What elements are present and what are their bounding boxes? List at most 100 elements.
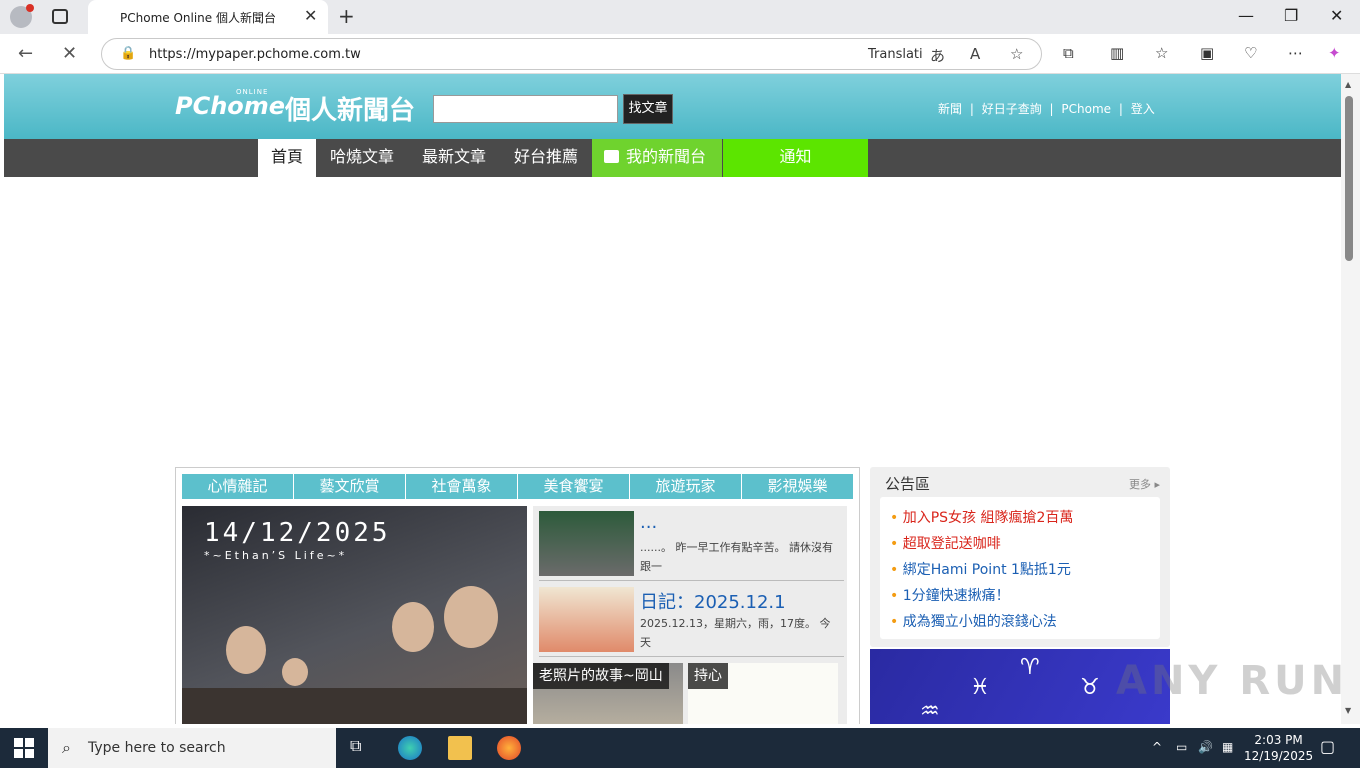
aries-icon: ♈: [1020, 655, 1040, 680]
minimize-icon[interactable]: —: [1238, 6, 1254, 25]
split-screen-icon[interactable]: ▥: [1110, 44, 1124, 62]
favorite-star-icon[interactable]: ☆: [1010, 45, 1023, 63]
logo-online: ONLINE: [236, 88, 269, 96]
search-icon: ⌕: [62, 738, 71, 757]
post-thumbnail[interactable]: [539, 587, 634, 652]
tab-actions-icon[interactable]: [52, 9, 68, 24]
start-icon[interactable]: [14, 738, 34, 758]
category-tab-travel[interactable]: 旅遊玩家: [630, 474, 742, 499]
network-icon[interactable]: ▦: [1222, 740, 1233, 754]
translate-icon[interactable]: あ: [930, 45, 945, 66]
new-tab-icon[interactable]: +: [338, 4, 355, 28]
notice-item[interactable]: 1分鐘快速揪痛！: [890, 585, 1010, 605]
aquarius-icon: ♒: [920, 699, 940, 724]
article-list: ... ......。 昨一早工作有點辛苦。 請休沒有跟一 日記：2025.12…: [533, 506, 847, 724]
category-bar: 心情雜記 藝文欣賞 社會萬象 美食饗宴 旅遊玩家 影視娛樂: [182, 474, 853, 499]
notice-item[interactable]: 成為獨立小姐的滾錢心法: [890, 611, 1057, 631]
article-search-input[interactable]: [433, 95, 618, 123]
collections-icon[interactable]: ▣: [1200, 44, 1214, 62]
link-good-day[interactable]: 好日子查詢: [982, 102, 1042, 116]
notice-item[interactable]: 超取登記送咖啡: [890, 533, 1001, 553]
list-item[interactable]: 日記：2025.12.1 2025.12.13，星期六，雨，17度。 今天: [539, 582, 844, 657]
url-text[interactable]: https://mypaper.pchome.com.tw: [149, 47, 361, 62]
link-news[interactable]: 新聞: [938, 102, 962, 116]
copilot-icon[interactable]: ✦: [1328, 44, 1341, 62]
tile-label: 持心: [688, 663, 728, 689]
notice-item[interactable]: 加入PS女孩 組隊瘋搶2百萬: [890, 507, 1074, 527]
address-toolbar: ← ✕ 🔒 https://mypaper.pchome.com.tw Tran…: [0, 34, 1360, 74]
nav-home[interactable]: 首頁: [258, 139, 316, 177]
post-excerpt: ......。 昨一早工作有點辛苦。 請休沒有跟一: [640, 541, 833, 573]
browser-tab-active[interactable]: PChome Online 個人新聞台 ✕: [88, 0, 328, 34]
notification-icon[interactable]: ▢: [1320, 737, 1335, 756]
title-bar: PChome Online 個人新聞台 ✕ + — ❐ ✕: [0, 0, 1360, 34]
list-item[interactable]: ... ......。 昨一早工作有點辛苦。 請休沒有跟一: [539, 506, 844, 581]
main-nav: 首頁 哈燒文章 最新文章 好台推薦 我的新聞台 通知: [4, 139, 1341, 177]
photo-tile[interactable]: 持心: [688, 663, 838, 724]
back-icon[interactable]: ←: [18, 43, 33, 64]
lock-icon[interactable]: 🔒: [120, 46, 136, 61]
post-thumbnail[interactable]: [539, 511, 634, 576]
volume-icon[interactable]: 🔊: [1198, 740, 1213, 754]
post-title[interactable]: ...: [640, 512, 657, 533]
taskbar-clock[interactable]: 2:03 PM 12/19/2025: [1244, 732, 1313, 764]
nav-recommended[interactable]: 好台推薦: [502, 139, 590, 177]
category-panel: 心情雜記 藝文欣賞 社會萬象 美食饗宴 旅遊玩家 影視娛樂 14/12/2025…: [175, 467, 860, 724]
profile-avatar-icon[interactable]: [10, 4, 34, 28]
nav-notifications[interactable]: 通知: [723, 139, 868, 177]
photo-tile[interactable]: 老照片的故事~岡山: [533, 663, 683, 724]
post-title[interactable]: 日記：2025.12.1: [640, 588, 786, 614]
taskbar-search[interactable]: ⌕ Type here to search: [48, 728, 336, 768]
task-view-icon[interactable]: ⧉: [350, 736, 374, 760]
restore-icon[interactable]: ❐: [1284, 6, 1298, 25]
edge-icon[interactable]: [398, 736, 422, 760]
file-explorer-icon[interactable]: [448, 736, 472, 760]
url-bar[interactable]: 🔒 https://mypaper.pchome.com.tw Translat…: [101, 38, 1042, 70]
stop-loading-icon[interactable]: ✕: [62, 43, 77, 64]
browser-essentials-icon[interactable]: ♡: [1244, 44, 1257, 62]
person-photo: [392, 602, 434, 652]
featured-photo[interactable]: 14/12/2025 *~Ethan’S Life~*: [182, 506, 527, 724]
notice-more-link[interactable]: 更多 ▸: [1129, 476, 1160, 492]
tab-close-icon[interactable]: ✕: [304, 6, 317, 25]
page-scrollbar[interactable]: ▲ ▼: [1341, 74, 1360, 724]
clock-date: 12/19/2025: [1244, 749, 1314, 763]
category-tab-mood[interactable]: 心情雜記: [182, 474, 294, 499]
scroll-up-icon[interactable]: ▲: [1345, 80, 1351, 89]
firefox-icon[interactable]: [497, 736, 521, 760]
person-photo: [444, 586, 498, 648]
tray-expand-icon[interactable]: ^: [1152, 740, 1162, 754]
table-area: [182, 688, 527, 724]
extensions-icon[interactable]: ⧉: [1063, 44, 1074, 62]
category-tab-arts[interactable]: 藝文欣賞: [294, 474, 406, 499]
nav-hot-articles[interactable]: 哈燒文章: [320, 139, 404, 177]
category-tab-entertainment[interactable]: 影視娛樂: [742, 474, 853, 499]
site-title[interactable]: 個人新聞台: [285, 90, 415, 127]
notice-list: 加入PS女孩 組隊瘋搶2百萬 超取登記送咖啡 綁定Hami Point 1點抵1…: [880, 497, 1160, 639]
link-pchome[interactable]: PChome: [1061, 102, 1111, 116]
pchome-logo[interactable]: PChome: [175, 92, 285, 120]
close-window-icon[interactable]: ✕: [1330, 6, 1343, 25]
nav-my-newspaper[interactable]: 我的新聞台: [592, 139, 722, 177]
notice-board: 公告區 更多 ▸ 加入PS女孩 組隊瘋搶2百萬 超取登記送咖啡 綁定Hami P…: [870, 467, 1170, 647]
clock-time: 2:03 PM: [1254, 733, 1303, 747]
meet-icon[interactable]: ▭: [1176, 740, 1187, 754]
notice-title: 公告區: [885, 475, 931, 493]
scroll-down-icon[interactable]: ▼: [1345, 706, 1351, 715]
more-menu-icon[interactable]: ⋯: [1288, 44, 1303, 62]
read-aloud-icon[interactable]: A: [970, 45, 980, 63]
category-tab-society[interactable]: 社會萬象: [406, 474, 518, 499]
nav-latest-articles[interactable]: 最新文章: [408, 139, 500, 177]
person-photo: [282, 658, 308, 686]
category-tab-food[interactable]: 美食饗宴: [518, 474, 630, 499]
top-links: 新聞 | 好日子查詢 | PChome | 登入: [938, 102, 1155, 116]
translate-label[interactable]: Translati: [868, 47, 923, 62]
page-viewport: PChome ONLINE 個人新聞台 找文章 新聞 | 好日子查詢 | PCh…: [4, 74, 1341, 724]
search-button[interactable]: 找文章: [623, 94, 673, 124]
scroll-thumb[interactable]: [1345, 96, 1353, 261]
link-login[interactable]: 登入: [1131, 102, 1155, 116]
notice-item[interactable]: 綁定Hami Point 1點抵1元: [890, 559, 1071, 579]
favorites-icon[interactable]: ☆: [1155, 44, 1168, 62]
site-header: PChome ONLINE 個人新聞台 找文章 新聞 | 好日子查詢 | PCh…: [4, 74, 1341, 139]
taskbar-search-placeholder: Type here to search: [88, 740, 226, 756]
